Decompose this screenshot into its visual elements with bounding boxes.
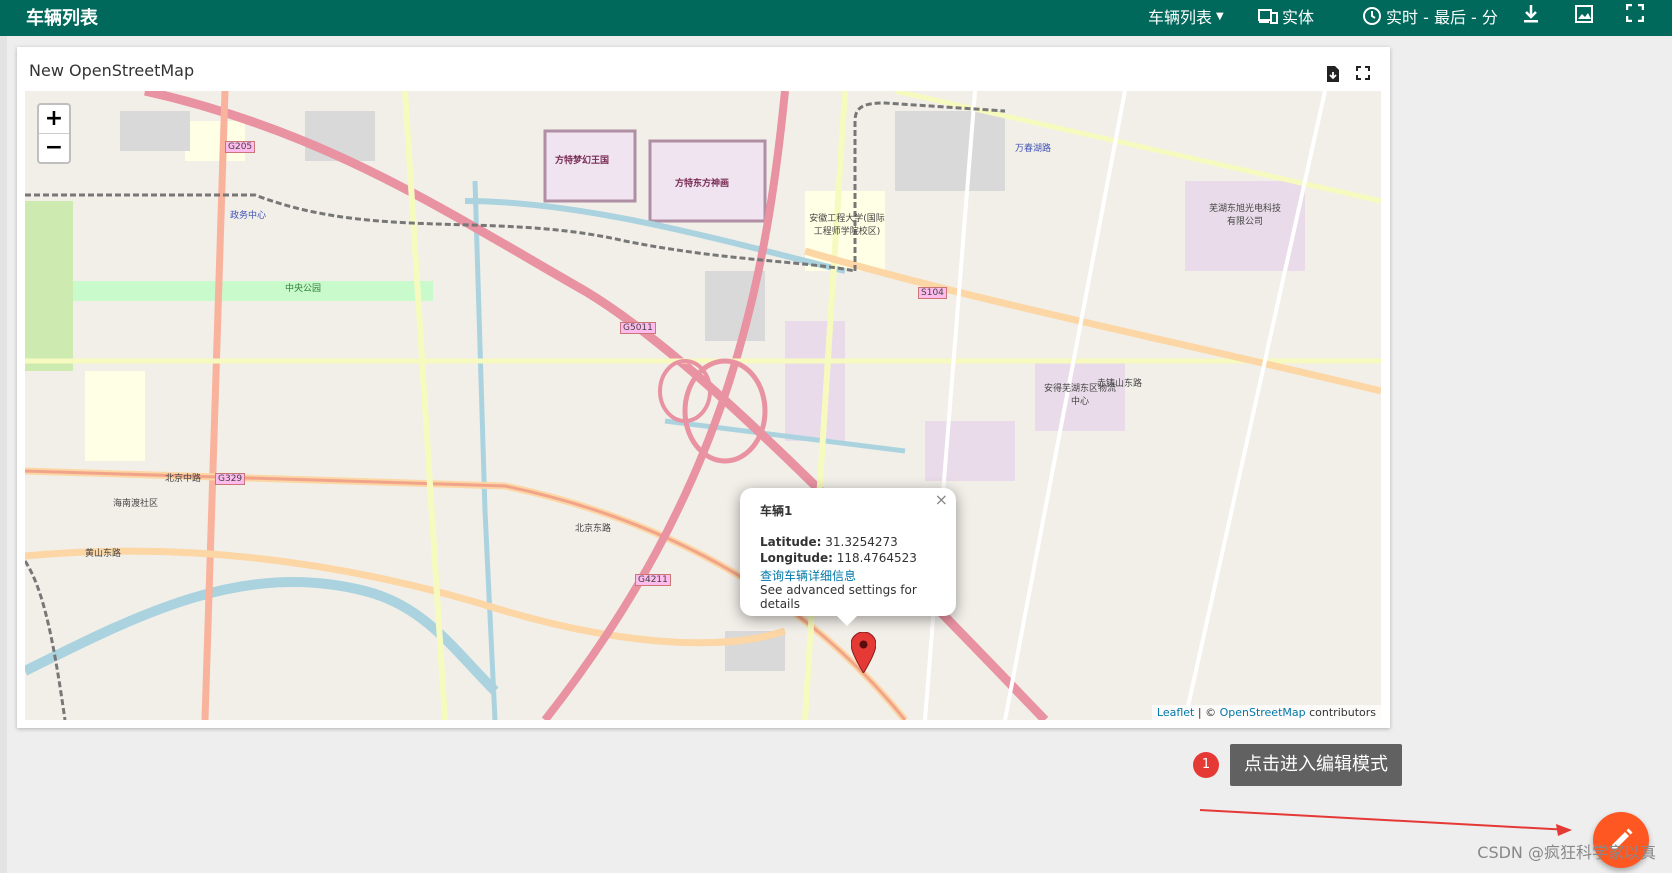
devices-icon (1258, 9, 1278, 24)
zoom-control: + − (37, 103, 71, 164)
longitude-label: Longitude: (760, 551, 833, 565)
widget-title: New OpenStreetMap (29, 61, 195, 80)
road-shield: G5011 (620, 322, 656, 334)
widget-fullscreen-button[interactable] (1355, 65, 1373, 83)
popup-tip (837, 616, 857, 626)
map-view[interactable]: 方特梦幻王国 方特东方神画 安徽工程大学(国际工程师学院校区) 赤铸山东路 北京… (25, 91, 1381, 720)
map-label: 黄山东路 (85, 549, 122, 559)
road-shield: S104 (918, 287, 947, 299)
popup-title: 车辆1 (760, 504, 793, 518)
timewindow-label: 实时 - 最后 - 分 (1386, 8, 1498, 27)
latitude-row: Latitude: 31.3254273 (760, 535, 898, 549)
map-label: 中央公园 (285, 284, 322, 294)
entity-list-label: 车辆列表 (1148, 8, 1213, 27)
file-download-icon (1327, 66, 1339, 82)
step-badge: 1 (1193, 752, 1219, 778)
map-label: 安得芜湖东区物流中心 (1043, 384, 1116, 407)
export-widget-button[interactable] (1324, 65, 1342, 83)
longitude-row: Longitude: 118.4764523 (760, 551, 917, 565)
clock-icon (1363, 7, 1381, 25)
latitude-value: 31.3254273 (825, 535, 898, 549)
map-attribution: Leaflet | © OpenStreetMap contributors (1151, 705, 1381, 720)
osm-link[interactable]: OpenStreetMap (1220, 706, 1306, 719)
timewindow-button[interactable]: 实时 - 最后 - 分 (1362, 4, 1498, 28)
map-widget-card: New OpenStreetMap 方特梦幻王国 方特东方神画 安徽工程大学(国… (17, 47, 1390, 728)
road-shield: G205 (225, 141, 256, 153)
entity-list-selector[interactable]: 车辆列表 ▼ (1148, 4, 1224, 28)
map-label: 北京东路 (575, 524, 612, 534)
vehicle-popup: × 车辆1 Latitude: 31.3254273 Longitude: 11… (740, 488, 956, 626)
entity-button[interactable]: 实体 (1258, 4, 1314, 28)
fullscreen-button[interactable] (1626, 4, 1644, 22)
left-edge (0, 36, 7, 873)
popup-note: See advanced settings for details (760, 583, 917, 611)
fullscreen-icon (1356, 66, 1370, 80)
chevron-down-icon: ▼ (1216, 10, 1224, 22)
vehicle-details-link[interactable]: 查询车辆详细信息 (760, 569, 856, 583)
popup-close-button[interactable]: × (935, 490, 948, 509)
download-icon (1524, 5, 1538, 23)
map-label: 政务中心 (230, 211, 267, 221)
image-icon (1575, 5, 1593, 23)
road-shield: G329 (215, 473, 246, 485)
page-title: 车辆列表 (26, 8, 98, 29)
dashboard-image-button[interactable] (1574, 4, 1594, 24)
map-label: 安徽工程大学(国际工程师学院校区) (809, 214, 885, 237)
entity-label: 实体 (1282, 8, 1315, 27)
map-label: 方特东方神画 (675, 179, 730, 189)
latitude-label: Latitude: (760, 535, 822, 549)
attribution-suffix: contributors (1305, 706, 1376, 719)
attribution-separator: | © (1194, 706, 1220, 719)
download-button[interactable] (1522, 4, 1540, 24)
map-label: 万春湖路 (1015, 144, 1052, 154)
leaflet-link[interactable]: Leaflet (1157, 706, 1194, 719)
watermark: CSDN @疯狂科学家以真 (1477, 843, 1656, 862)
zoom-out-button[interactable]: − (39, 133, 69, 162)
map-label: 北京中路 (165, 474, 202, 484)
zoom-in-button[interactable]: + (39, 105, 69, 133)
vehicle-marker-icon[interactable] (851, 632, 876, 673)
edit-mode-tooltip: 点击进入编辑模式 (1230, 744, 1402, 786)
top-toolbar: 车辆列表 车辆列表 ▼ 实体 实时 - 最后 - 分 (0, 0, 1672, 36)
map-label: 海南渡社区 (113, 499, 159, 509)
map-label: 芜湖东旭光电科技有限公司 (1208, 204, 1281, 227)
fullscreen-icon (1626, 4, 1644, 22)
map-label: 方特梦幻王国 (555, 156, 610, 166)
longitude-value: 118.4764523 (836, 551, 917, 565)
road-shield: G4211 (635, 574, 671, 586)
